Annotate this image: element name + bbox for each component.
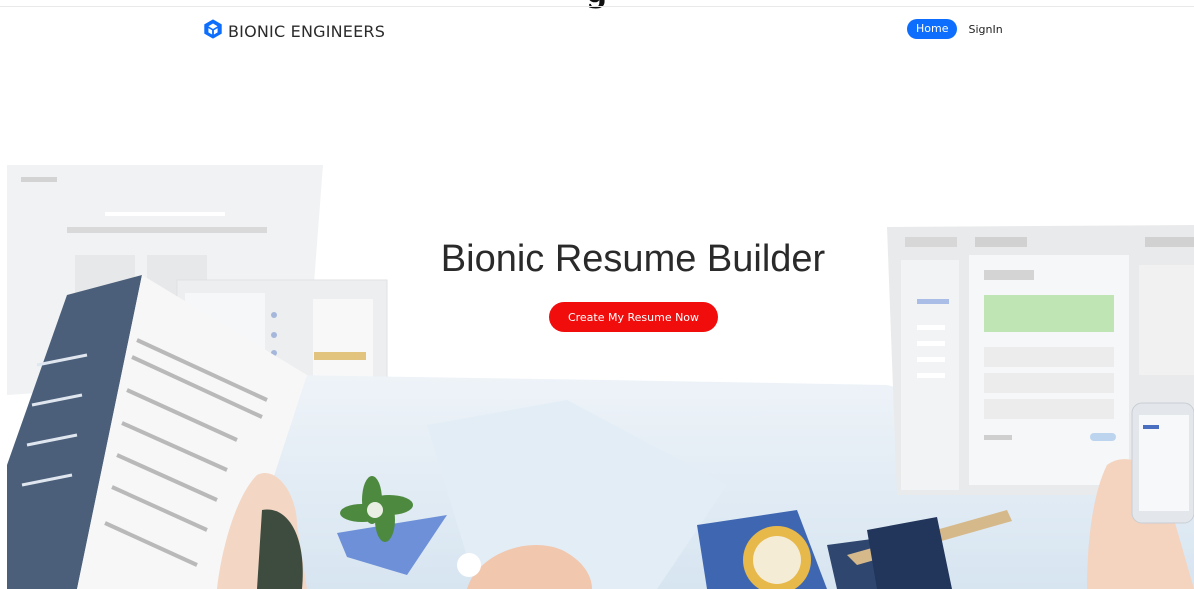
create-resume-button[interactable]: Create My Resume Now (549, 302, 718, 332)
hero-title: Bionic Resume Builder (440, 238, 826, 280)
brand[interactable]: BIONIC ENGINEERS (202, 18, 385, 44)
nav-signin-link[interactable]: SignIn (968, 23, 1002, 36)
brand-name: BIONIC ENGINEERS (228, 21, 386, 41)
top-divider (0, 6, 1194, 7)
hexagon-cube-icon (202, 18, 224, 44)
nav-home-link[interactable]: Home (907, 19, 958, 39)
hero-illustration (7, 165, 1194, 589)
main-nav: Home SignIn (907, 19, 1003, 39)
